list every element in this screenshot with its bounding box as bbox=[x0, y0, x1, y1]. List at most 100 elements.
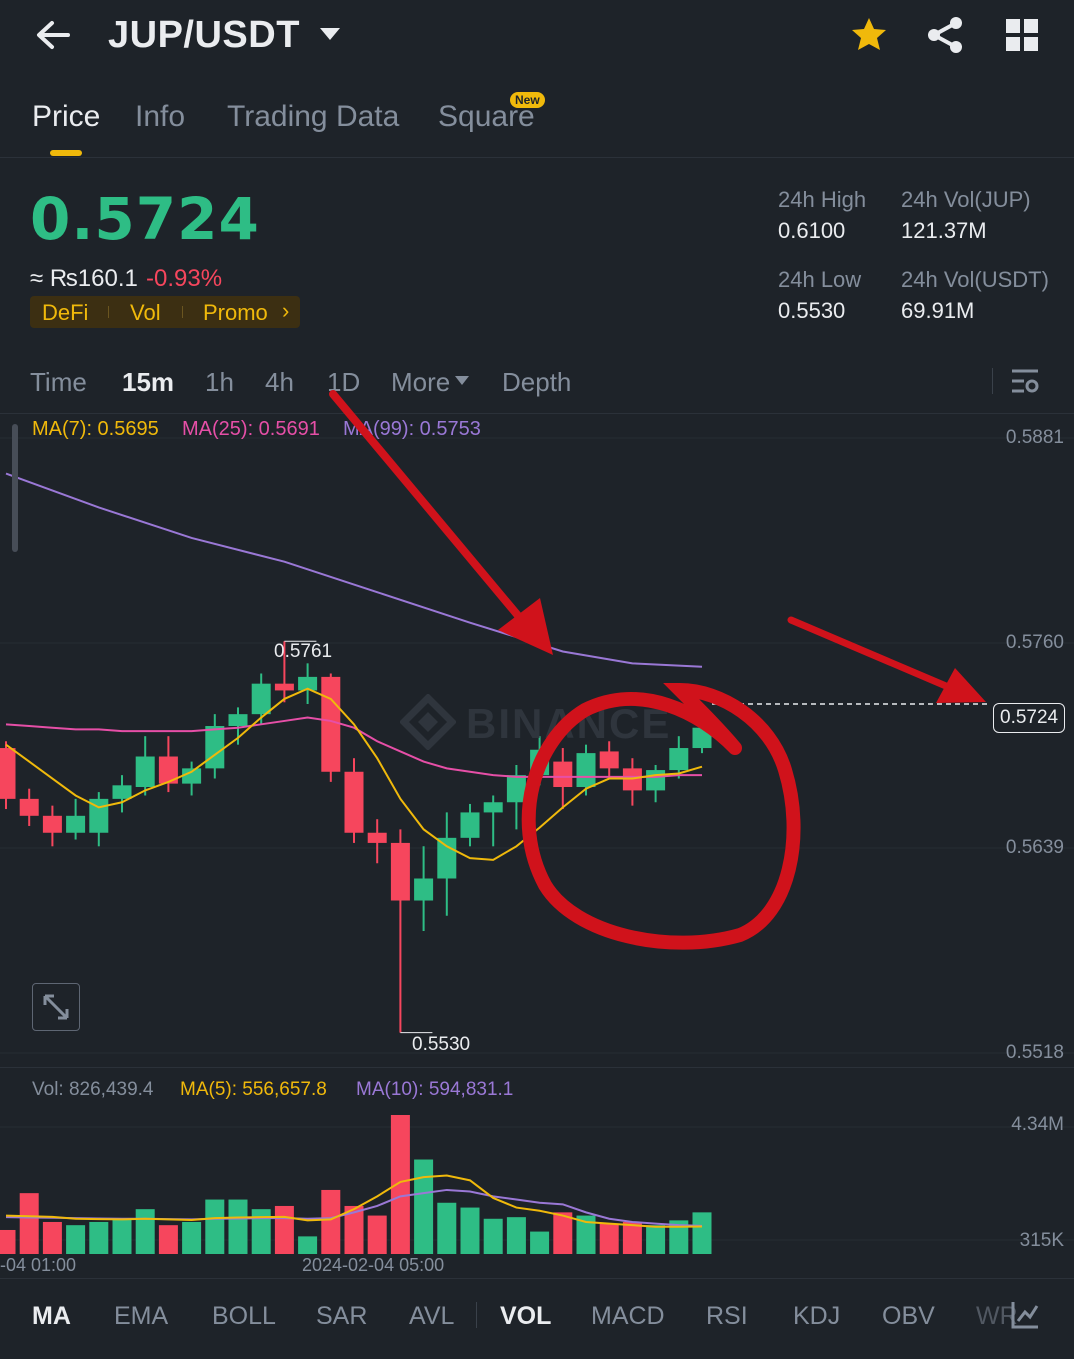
ind-obv[interactable]: OBV bbox=[882, 1302, 935, 1331]
chevron-down-icon[interactable] bbox=[320, 28, 340, 40]
volume-bar bbox=[646, 1225, 666, 1254]
ma25-legend: MA(25): 0.5691 bbox=[182, 418, 320, 440]
divider bbox=[0, 1067, 1074, 1068]
candle-body bbox=[321, 676, 341, 772]
candle-body bbox=[390, 842, 410, 901]
time-axis-label: 2024-02-04 05:00 bbox=[302, 1255, 445, 1275]
vol-usdt-label: 24h Vol(USDT) bbox=[901, 267, 1049, 292]
tf-4h[interactable]: 4h bbox=[265, 367, 294, 398]
chart-scrollbar[interactable] bbox=[12, 424, 18, 552]
volume-bar bbox=[274, 1205, 294, 1254]
vol-axis-label: 4.34M bbox=[1011, 1114, 1064, 1135]
tag-vol[interactable]: Vol bbox=[130, 300, 161, 326]
candle-body bbox=[66, 815, 86, 833]
candle-body bbox=[646, 770, 666, 791]
volume-bar bbox=[622, 1221, 642, 1254]
volume-bar bbox=[506, 1217, 526, 1254]
fiat-price: ≈ ₨160.1 bbox=[30, 265, 138, 292]
tf-more[interactable]: More bbox=[391, 367, 450, 398]
watermark: BINANCE bbox=[466, 700, 672, 747]
tab-trading-data[interactable]: Trading Data bbox=[227, 100, 399, 134]
tf-1d[interactable]: 1D bbox=[327, 367, 360, 398]
tab-price[interactable]: Price bbox=[32, 100, 100, 134]
volume-bar bbox=[42, 1221, 62, 1254]
candle-body bbox=[483, 802, 503, 813]
ind-ema[interactable]: EMA bbox=[114, 1302, 168, 1331]
ma99-legend: MA(99): 0.5753 bbox=[343, 418, 481, 440]
candle-body bbox=[135, 756, 155, 788]
time-axis-label: -04 01:00 bbox=[0, 1255, 77, 1275]
grid-menu-icon[interactable] bbox=[1005, 18, 1039, 52]
ind-ma[interactable]: MA bbox=[32, 1302, 71, 1331]
chevron-right-icon: › bbox=[282, 298, 290, 323]
ind-kdj[interactable]: KDJ bbox=[793, 1302, 840, 1331]
volume-bar bbox=[414, 1159, 434, 1254]
volume-bar bbox=[89, 1221, 109, 1254]
tag-promo[interactable]: Promo bbox=[203, 300, 268, 326]
back-arrow-icon[interactable] bbox=[34, 18, 70, 52]
ind-boll[interactable]: BOLL bbox=[212, 1302, 276, 1331]
volume-bar bbox=[692, 1212, 712, 1254]
kline-chart[interactable] bbox=[0, 414, 1074, 1278]
price-axis-label: 0.5639 bbox=[1005, 837, 1064, 858]
volume-bar bbox=[460, 1207, 480, 1254]
candle-body bbox=[437, 837, 457, 879]
divider bbox=[476, 1302, 477, 1328]
volume-bar bbox=[390, 1115, 410, 1254]
price-axis-label: 0.5518 bbox=[1005, 1042, 1064, 1063]
candle-body bbox=[274, 683, 294, 691]
candle-body bbox=[576, 753, 596, 788]
tab-info[interactable]: Info bbox=[135, 100, 185, 134]
volume-bar bbox=[483, 1218, 503, 1254]
chart-settings-icon[interactable] bbox=[1010, 368, 1040, 394]
candle-body bbox=[112, 785, 132, 799]
high-marker-label: 0.5761 bbox=[274, 641, 333, 662]
tf-depth[interactable]: Depth bbox=[502, 367, 571, 398]
tf-1h[interactable]: 1h bbox=[205, 367, 234, 398]
candle-body bbox=[251, 683, 271, 715]
volume-bar bbox=[437, 1202, 457, 1254]
candle-body bbox=[553, 761, 573, 788]
star-icon[interactable] bbox=[850, 16, 888, 52]
volume-bar bbox=[321, 1189, 341, 1254]
vol-jup-label: 24h Vol(JUP) bbox=[901, 187, 1031, 212]
tf-time[interactable]: Time bbox=[30, 367, 87, 398]
share-icon[interactable] bbox=[926, 16, 964, 54]
candle-body bbox=[414, 878, 434, 901]
ind-macd[interactable]: MACD bbox=[591, 1302, 665, 1331]
candle-body bbox=[692, 727, 712, 749]
active-tab-indicator bbox=[50, 150, 82, 156]
volume-bar bbox=[66, 1225, 86, 1254]
volume-bar bbox=[298, 1236, 318, 1254]
volume-bar bbox=[112, 1218, 132, 1254]
ma99-line bbox=[5, 472, 703, 668]
ind-sar[interactable]: SAR bbox=[316, 1302, 367, 1331]
tag-defi[interactable]: DeFi bbox=[42, 300, 88, 326]
low-marker-label: 0.5530 bbox=[412, 1034, 471, 1055]
ind-vol[interactable]: VOL bbox=[500, 1302, 551, 1331]
price-change-percent: -0.93% bbox=[146, 265, 223, 292]
candle-body bbox=[669, 748, 689, 771]
volume-bar bbox=[530, 1231, 550, 1254]
candle-body bbox=[599, 751, 619, 769]
ma7-legend: MA(7): 0.5695 bbox=[32, 418, 159, 440]
volume-bar bbox=[19, 1193, 39, 1254]
high-label: 24h High bbox=[778, 187, 867, 212]
volume-bar bbox=[182, 1221, 202, 1254]
ind-rsi[interactable]: RSI bbox=[706, 1302, 748, 1331]
volume-bar bbox=[228, 1199, 248, 1254]
candle-body bbox=[344, 771, 364, 833]
divider bbox=[0, 157, 1074, 158]
vol-ma10-legend: MA(10): 594,831.1 bbox=[356, 1079, 514, 1100]
tag-bar[interactable]: DeFi Vol Promo › bbox=[30, 296, 300, 328]
indicator-settings-icon[interactable] bbox=[1010, 1300, 1040, 1330]
ind-avl[interactable]: AVL bbox=[409, 1302, 454, 1331]
fullscreen-button[interactable] bbox=[32, 983, 80, 1031]
tf-15m[interactable]: 15m bbox=[122, 367, 174, 398]
pair-title[interactable]: JUP/USDT bbox=[108, 14, 300, 57]
binance-logo-icon bbox=[400, 694, 456, 750]
volume-bar bbox=[553, 1212, 573, 1254]
volume-bar bbox=[0, 1229, 16, 1254]
new-badge: New bbox=[510, 92, 545, 108]
low-value: 0.5530 bbox=[778, 298, 846, 323]
